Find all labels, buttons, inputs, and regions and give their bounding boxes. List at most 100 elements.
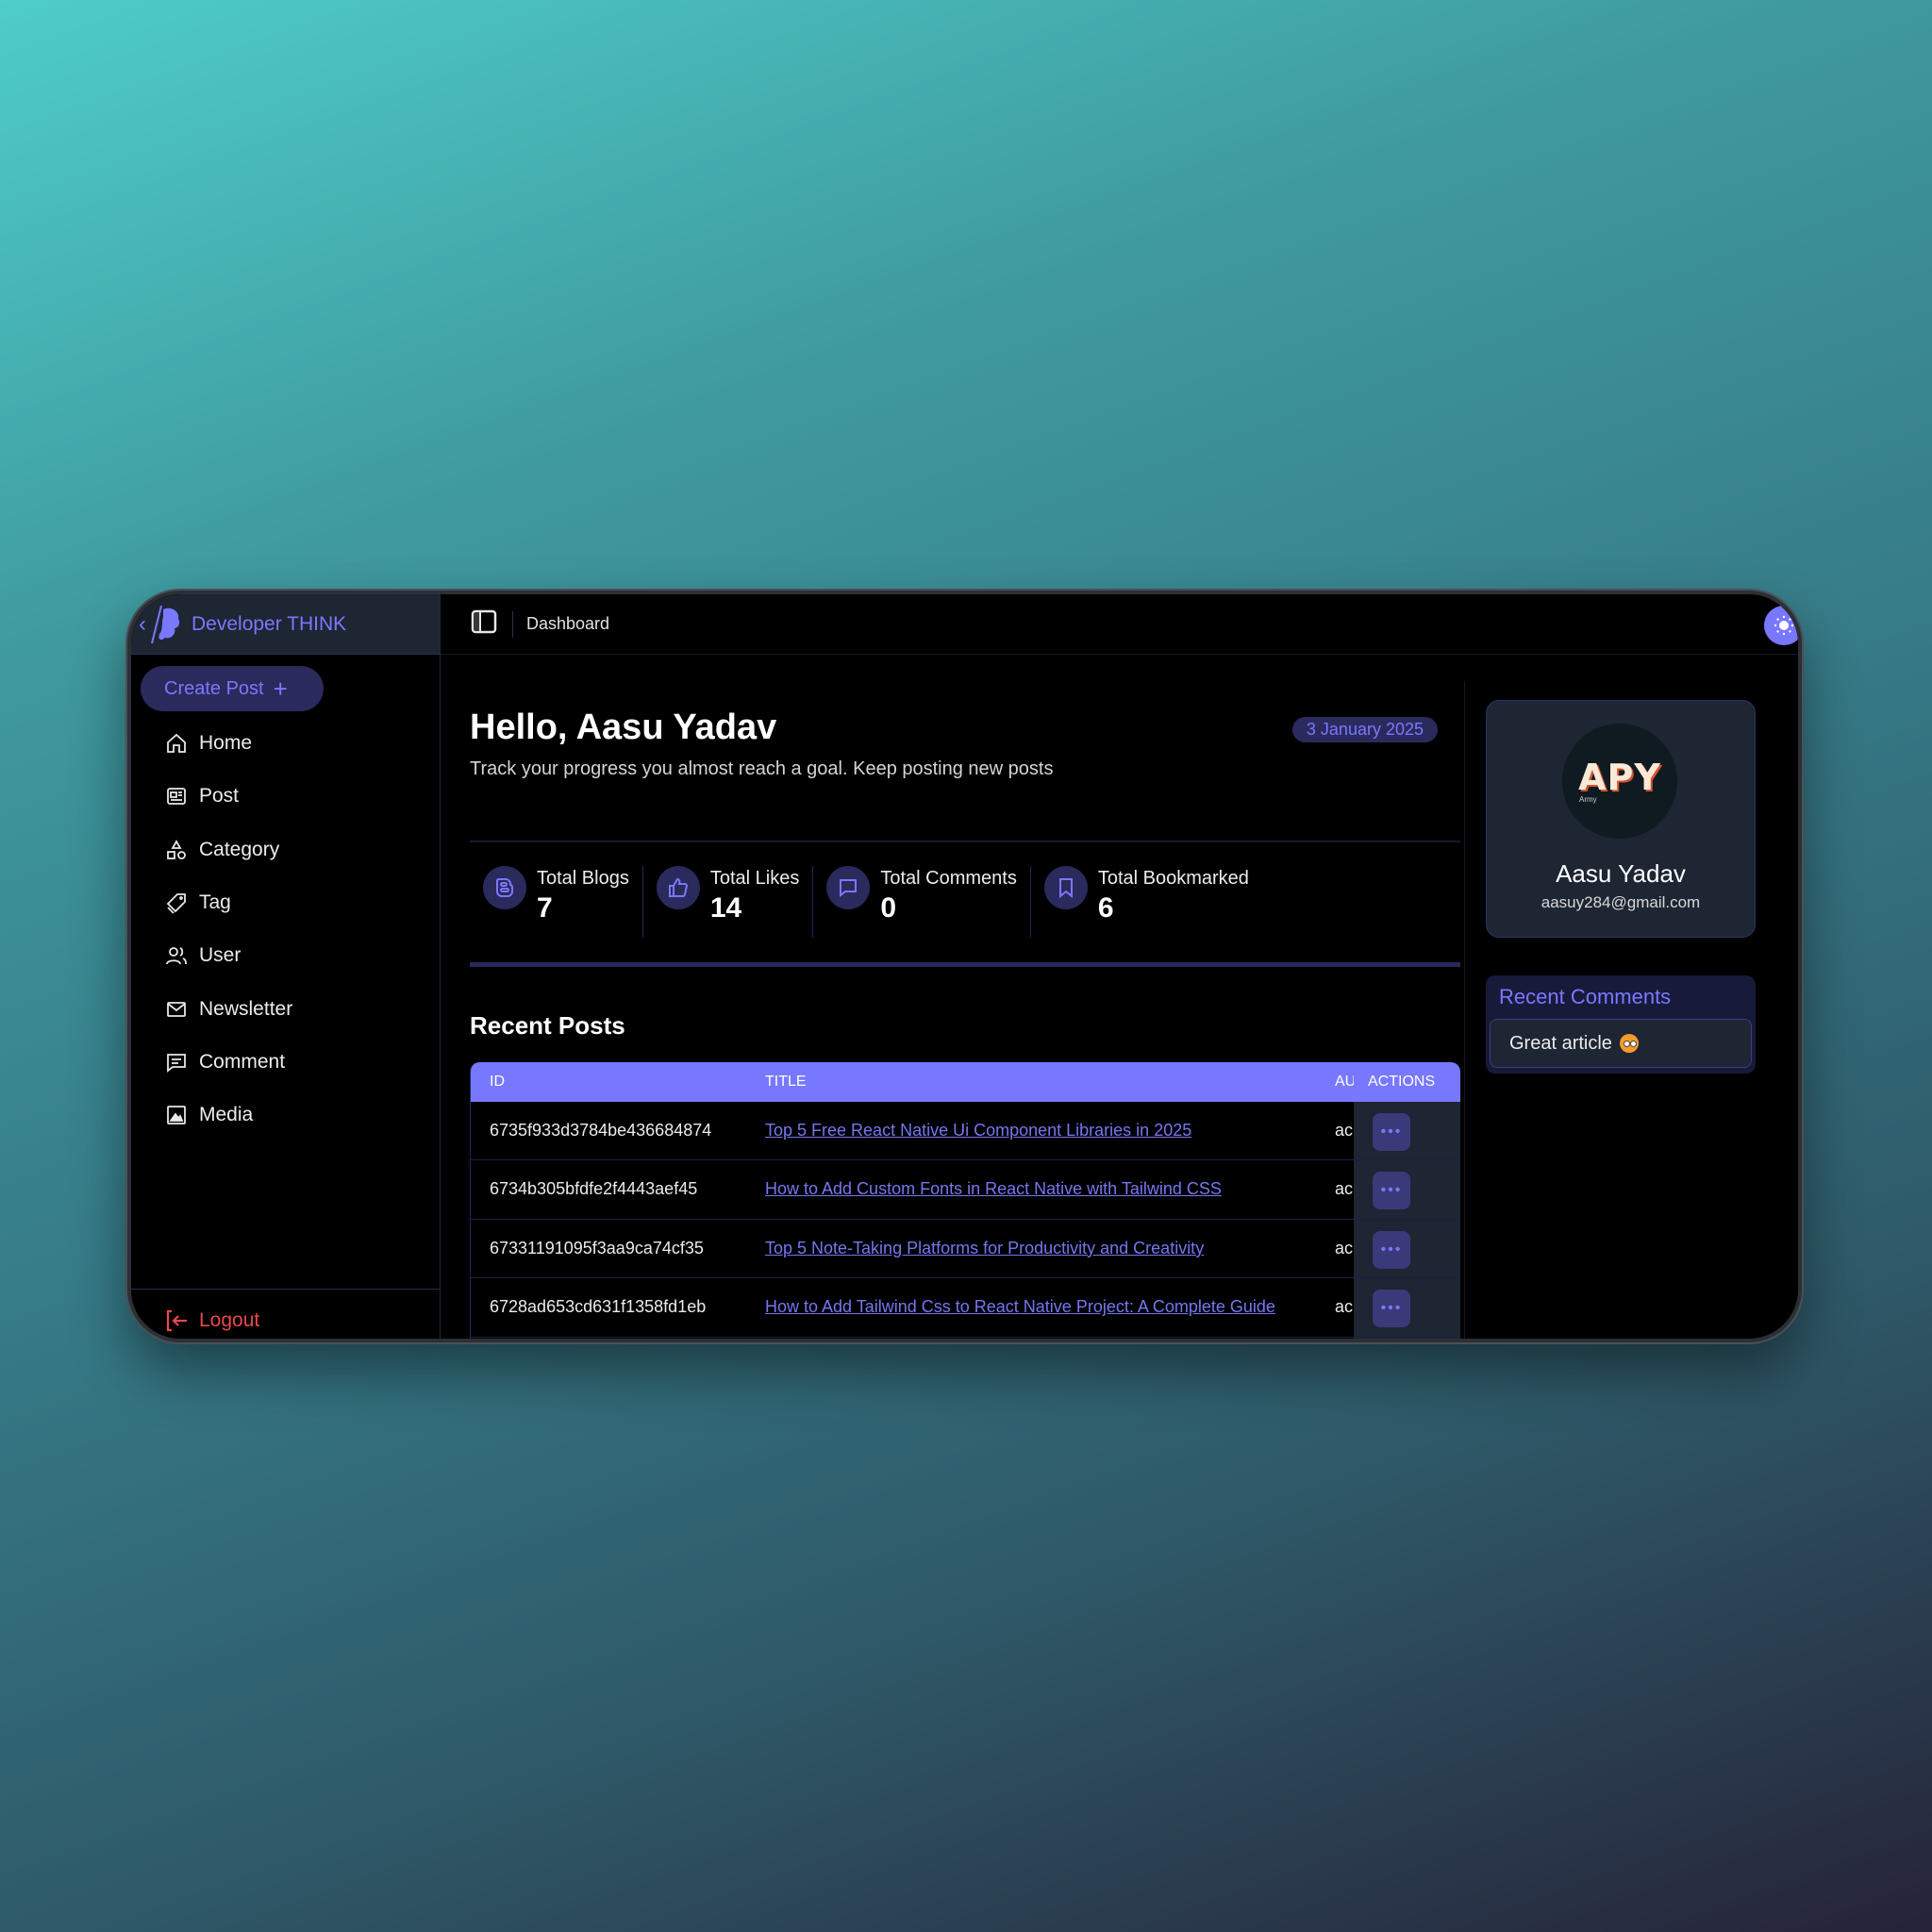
post-title-link[interactable]: How to Add Tailwind Css to React Native … (765, 1297, 1275, 1317)
post-title-link[interactable]: How to Add Custom Fonts in React Native … (765, 1179, 1222, 1199)
sidebar-item-user[interactable]: User (131, 929, 440, 982)
message-square-icon (167, 1054, 186, 1073)
column-header-id[interactable]: ID (490, 1074, 505, 1091)
stat-icon-wrap (483, 866, 526, 909)
avatar-text: APY (1578, 756, 1661, 798)
stat-value: 14 (709, 892, 742, 924)
breadcrumb[interactable]: Dashboard (526, 614, 609, 634)
shapes-icon (167, 839, 186, 859)
emoji-icon (1619, 1034, 1639, 1053)
recent-posts-title: Recent Posts (470, 1011, 625, 1040)
date-badge: 3 January 2025 (1291, 717, 1438, 742)
table-row: 6734b305bfdfe2f4443aef45 How to Add Cust… (471, 1160, 1460, 1220)
greeting-subtitle: Track your progress you almost reach a g… (470, 758, 1054, 779)
more-actions-button[interactable]: ••• (1373, 1172, 1410, 1210)
device-frame: ‹ Developer THINK Create Post + Home Pos… (127, 591, 1802, 1342)
logout-button[interactable]: Logout (165, 1308, 259, 1333)
sidebar-divider (131, 1289, 440, 1290)
table-row: 67331191095f3aa9ca74cf35 Top 5 Note-Taki… (471, 1219, 1460, 1279)
actions-cell: ••• (1354, 1219, 1460, 1278)
actions-cell: ••• (1354, 1278, 1460, 1337)
theme-toggle-button[interactable] (1764, 606, 1798, 645)
dashboard-main: Hello, Aasu Yadav Track your progress yo… (470, 655, 1460, 1339)
sidebar-item-category[interactable]: Category (131, 824, 440, 876)
stat-label: Total Bookmarked (1097, 868, 1249, 889)
sidebar-item-comment[interactable]: Comment (131, 1036, 440, 1089)
recent-comments-title: Recent Comments (1499, 985, 1672, 1008)
app-screen: ‹ Developer THINK Create Post + Home Pos… (131, 594, 1798, 1339)
sidebar-item-label: Category (199, 838, 280, 860)
table-header: ID TITLE AU ACTIONS (471, 1062, 1460, 1102)
logout-label: Logout (199, 1309, 260, 1331)
create-post-label: Create Post (164, 677, 264, 699)
sidebar-item-label: Tag (199, 891, 231, 914)
sidebar-item-post[interactable]: Post (131, 770, 440, 823)
comment-item[interactable]: Great article (1490, 1019, 1752, 1068)
column-header-title[interactable]: TITLE (765, 1074, 807, 1091)
sidebar-item-label: Newsletter (199, 997, 293, 1020)
stat-icon-wrap (1043, 866, 1088, 909)
stats-row: Total Blogs 7 Total Likes 14 Total Comme… (470, 843, 1460, 960)
chevron-left-icon[interactable]: ‹ (139, 611, 146, 638)
brand-header[interactable]: ‹ Developer THINK (131, 594, 440, 655)
create-post-button[interactable]: Create Post + (141, 666, 324, 711)
log-out-icon (166, 1309, 187, 1332)
tag-icon (166, 893, 186, 914)
table-row: 6728ad653cd631f1358fd1eb How to Add Tail… (471, 1278, 1460, 1338)
post-author: ac (1335, 1238, 1354, 1257)
table-row: 66e831f267a9293ec485c79d Optimistic UI U… (471, 1337, 1460, 1339)
stat-total-likes: Total Likes 14 (643, 866, 814, 938)
stat-total-comments: Total Comments 0 (813, 866, 1031, 938)
sidebar-item-label: Post (199, 785, 240, 808)
greeting-title: Hello, Aasu Yadav (470, 708, 777, 747)
topbar-separator (512, 610, 513, 638)
sidebar: ‹ Developer THINK Create Post + Home Pos… (131, 594, 441, 1339)
topbar: Dashboard (441, 594, 1798, 655)
message-icon (840, 879, 858, 898)
stat-icon-wrap (656, 866, 700, 909)
bookmark-icon (1058, 878, 1073, 899)
recent-posts-table: ID TITLE AU ACTIONS 6735f933d3784be43668… (470, 1062, 1460, 1339)
blogger-icon (496, 878, 513, 897)
users-icon (166, 947, 187, 965)
sidebar-item-newsletter[interactable]: Newsletter (131, 982, 440, 1035)
sidebar-item-label: User (199, 944, 242, 967)
comment-text: Great article (1509, 1032, 1612, 1054)
column-header-author[interactable]: AU (1335, 1074, 1354, 1091)
more-actions-button[interactable]: ••• (1373, 1113, 1410, 1151)
recent-comments-card: Recent Comments Great article (1486, 975, 1756, 1074)
avatar[interactable]: APY Army (1562, 724, 1677, 839)
actions-cell: ••• (1354, 1102, 1460, 1160)
newspaper-icon (167, 788, 186, 806)
post-title-link[interactable]: Top 5 Note-Taking Platforms for Producti… (765, 1239, 1204, 1258)
column-header-actions: ACTIONS (1368, 1074, 1436, 1090)
more-actions-button[interactable]: ••• (1373, 1230, 1410, 1269)
stat-total-bookmarked: Total Bookmarked 6 (1031, 866, 1262, 938)
image-icon (167, 1106, 186, 1125)
brand-name: Developer THINK (192, 612, 347, 635)
sidebar-item-label: Comment (199, 1050, 286, 1073)
post-id: 6735f933d3784be436684874 (490, 1121, 712, 1140)
table-row: 6735f933d3784be436684874 Top 5 Free Reac… (471, 1102, 1460, 1161)
sidebar-item-media[interactable]: Media (131, 1089, 440, 1141)
stat-value: 0 (880, 892, 897, 924)
profile-name: Aasu Yadav (1556, 859, 1686, 888)
post-title-link[interactable]: Top 5 Free React Native Ui Component Lib… (765, 1121, 1191, 1141)
mail-icon (167, 1001, 186, 1017)
sidebar-toggle-icon (471, 609, 497, 634)
sidebar-item-home[interactable]: Home (131, 717, 440, 770)
stat-value: 7 (537, 892, 553, 924)
brain-head-icon (151, 605, 180, 643)
sidebar-item-tag[interactable]: Tag (131, 876, 440, 929)
stat-icon-wrap (826, 866, 871, 909)
post-author: ac (1335, 1179, 1354, 1199)
sun-icon (1774, 615, 1794, 636)
profile-email: aasuy284@gmail.com (1541, 893, 1701, 911)
home-icon (167, 733, 186, 754)
stat-label: Total Comments (880, 868, 1017, 889)
sidebar-item-label: Home (199, 732, 253, 755)
more-actions-button[interactable]: ••• (1373, 1290, 1410, 1328)
profile-card: APY Army Aasu Yadav aasuy284@gmail.com (1486, 700, 1756, 938)
sidebar-toggle-button[interactable] (471, 609, 497, 639)
stats-divider-bottom (470, 962, 1460, 967)
